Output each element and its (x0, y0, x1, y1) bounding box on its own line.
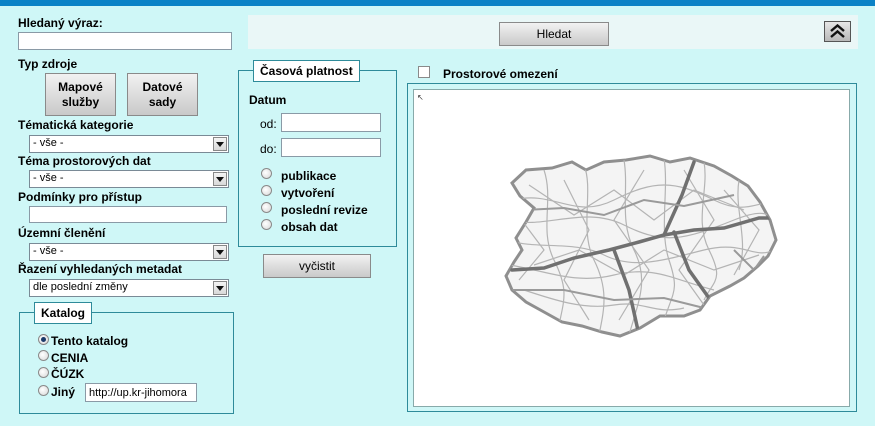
map-services-button[interactable]: Mapové služby (45, 73, 116, 116)
date-type-revision: poslední revize (281, 203, 368, 217)
date-from-label: od: (260, 117, 277, 131)
map-canvas[interactable]: ↖ (413, 89, 850, 407)
double-chevron-up-icon (830, 24, 845, 38)
catalog-radio-cuzk[interactable] (38, 367, 49, 378)
catalog-radio-cenia[interactable] (38, 350, 49, 361)
search-label: Hledaný výraz: (18, 16, 103, 30)
svg-text:↖: ↖ (417, 93, 424, 102)
clear-button[interactable]: vyčistit (263, 254, 371, 278)
thematic-category-label: Tématická kategorie (18, 118, 134, 132)
date-type-radio-revision[interactable] (261, 202, 272, 213)
date-to-label: do: (260, 142, 277, 156)
map-panel: ↖ (407, 83, 857, 412)
chevron-down-icon (213, 172, 227, 186)
date-to-input[interactable] (281, 138, 381, 157)
temporal-legend: Časová platnost (253, 60, 360, 82)
access-conditions-input[interactable] (29, 206, 227, 223)
catalog-option-cuzk: ČÚZK (51, 367, 85, 381)
territorial-division-select[interactable]: - vše - (29, 243, 229, 261)
spatial-restriction-checkbox[interactable] (418, 66, 430, 78)
catalog-option-cenia: CENIA (51, 351, 89, 365)
thematic-category-value: - vše - (33, 137, 64, 149)
search-button[interactable]: Hledat (499, 22, 609, 46)
catalog-legend: Katalog (34, 302, 93, 324)
date-type-publication: publikace (281, 169, 337, 183)
datasets-button[interactable]: Datové sady (127, 73, 198, 116)
source-type-label: Typ zdroje (18, 57, 78, 71)
catalog-option-other: Jiný (51, 385, 76, 399)
date-from-input[interactable] (281, 113, 381, 132)
date-type-creation: vytvoření (281, 186, 335, 200)
sorting-value: dle poslední změny (33, 281, 128, 293)
sorting-label: Řazení vyhledaných metadat (18, 262, 183, 276)
chevron-down-icon (213, 137, 227, 151)
date-type-radio-publication[interactable] (261, 168, 272, 179)
catalog-other-url-input[interactable] (85, 383, 197, 402)
collapse-button[interactable] (824, 21, 851, 42)
sorting-select[interactable]: dle poslední změny (29, 279, 229, 297)
spatial-topic-select[interactable]: - vše - (29, 170, 229, 188)
catalog-option-this: Tento katalog (51, 334, 129, 348)
chevron-down-icon (213, 245, 227, 259)
spatial-restriction-label: Prostorové omezení (443, 67, 558, 81)
date-type-radio-creation[interactable] (261, 185, 272, 196)
territorial-division-label: Územní členění (18, 226, 106, 240)
top-bar (0, 0, 875, 6)
region-map-image: ↖ (417, 93, 778, 338)
spatial-topic-value: - vše - (33, 172, 64, 184)
spatial-topic-label: Téma prostorových dat (18, 154, 151, 168)
territorial-division-value: - vše - (33, 245, 64, 257)
thematic-category-select[interactable]: - vše - (29, 135, 229, 153)
catalog-radio-this[interactable] (38, 334, 49, 345)
date-label: Datum (249, 93, 287, 107)
date-type-radio-content[interactable] (261, 219, 272, 230)
date-type-content: obsah dat (281, 220, 338, 234)
access-conditions-label: Podmínky pro přístup (18, 190, 143, 204)
catalog-radio-other[interactable] (38, 385, 49, 396)
search-input[interactable] (18, 32, 232, 50)
chevron-down-icon (213, 281, 227, 295)
